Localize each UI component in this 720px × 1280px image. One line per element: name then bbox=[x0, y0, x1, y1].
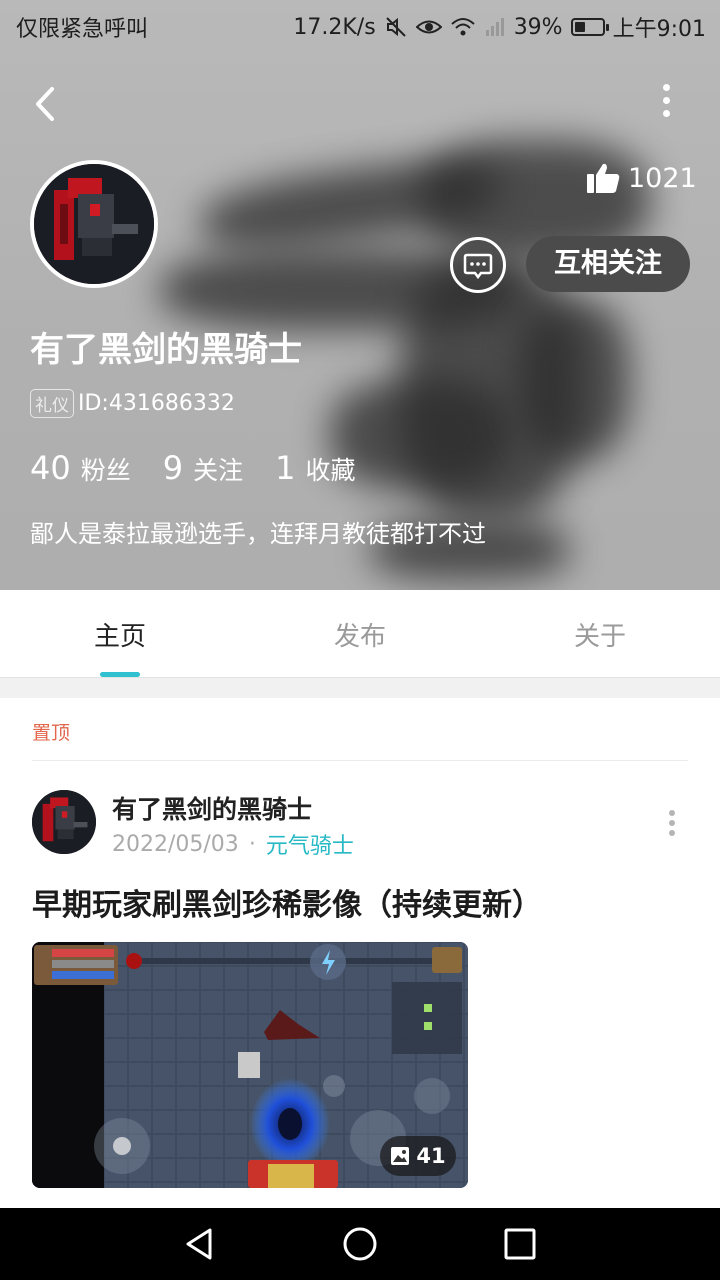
post-title[interactable]: 早期玩家刷黑剑珍稀影像（持续更新） bbox=[32, 880, 542, 924]
back-triangle-icon[interactable] bbox=[180, 1224, 220, 1264]
fans-label[interactable]: 粉丝 bbox=[81, 451, 131, 487]
likes-counter[interactable]: 1021 bbox=[586, 162, 697, 194]
profile-header bbox=[0, 0, 720, 590]
likes-count: 1021 bbox=[628, 162, 697, 194]
eye-icon bbox=[415, 20, 442, 34]
post-meta: 2022/05/03 · 元气骑士 bbox=[112, 828, 354, 860]
image-count: 41 bbox=[416, 1144, 446, 1168]
thumbs-up-icon bbox=[587, 163, 620, 193]
fans-count[interactable]: 40 bbox=[30, 449, 71, 487]
post-more-button[interactable] bbox=[664, 810, 680, 836]
user-id: ID:431686332 bbox=[78, 391, 235, 416]
section-separator bbox=[0, 677, 720, 698]
carrier-text: 仅限紧急呼叫 bbox=[16, 17, 149, 42]
chat-bubble-icon bbox=[463, 253, 493, 280]
profile-bio: 鄙人是泰拉最逊选手，连拜月教徒都打不过 bbox=[30, 520, 486, 548]
profile-avatar[interactable] bbox=[30, 160, 158, 288]
mute-icon bbox=[385, 17, 406, 37]
home-circle-icon[interactable] bbox=[340, 1224, 380, 1264]
dot-icon bbox=[669, 820, 675, 826]
signal-icon bbox=[485, 18, 504, 36]
dot-icon bbox=[662, 97, 670, 104]
post-author-avatar[interactable] bbox=[32, 790, 96, 854]
post-category[interactable]: 元气骑士 bbox=[266, 828, 354, 860]
tab-posts[interactable]: 发布 bbox=[240, 616, 480, 653]
tab-about[interactable]: 关于 bbox=[480, 616, 720, 653]
status-bar: 仅限紧急呼叫 17.2K/s 39% 上午9:01 bbox=[0, 0, 720, 50]
knight-avatar-image bbox=[32, 790, 96, 854]
network-speed: 17.2K/s bbox=[293, 14, 376, 40]
battery-icon bbox=[570, 18, 609, 36]
favorites-label[interactable]: 收藏 bbox=[305, 451, 355, 487]
message-button[interactable] bbox=[450, 237, 506, 293]
knight-avatar-image bbox=[34, 164, 154, 284]
mutual-follow-button[interactable]: 互相关注 bbox=[526, 236, 690, 292]
following-label[interactable]: 关注 bbox=[193, 451, 243, 487]
status-icons: 17.2K/s 39% 上午9:01 bbox=[293, 11, 706, 43]
battery-percent: 39% bbox=[513, 14, 563, 40]
following-count[interactable]: 9 bbox=[163, 449, 183, 487]
post-date: 2022/05/03 bbox=[112, 831, 239, 857]
user-id-row: 礼仪 ID:431686332 bbox=[30, 389, 235, 418]
system-nav-bar bbox=[0, 1208, 720, 1280]
dot-icon bbox=[669, 830, 675, 836]
post-author-name[interactable]: 有了黑剑的黑骑士 bbox=[112, 790, 312, 826]
dot-icon bbox=[662, 110, 670, 117]
dot-icon bbox=[669, 810, 675, 816]
image-icon bbox=[391, 1147, 410, 1165]
wifi-icon bbox=[451, 18, 475, 36]
more-options-button[interactable] bbox=[650, 84, 682, 124]
dot-icon bbox=[662, 84, 670, 91]
pinned-label: 置顶 bbox=[32, 722, 71, 744]
image-count-badge: 41 bbox=[380, 1136, 456, 1176]
tab-home[interactable]: 主页 bbox=[0, 616, 240, 653]
divider bbox=[32, 760, 688, 761]
clock: 上午9:01 bbox=[612, 17, 706, 42]
etiquette-badge[interactable]: 礼仪 bbox=[30, 389, 74, 418]
profile-stats: 40 粉丝 9 关注 1 收藏 bbox=[30, 449, 387, 487]
profile-tabs: 主页 发布 关于 bbox=[0, 590, 720, 676]
favorites-count[interactable]: 1 bbox=[275, 449, 295, 487]
profile-nickname: 有了黑剑的黑骑士 bbox=[30, 330, 302, 370]
recents-square-icon[interactable] bbox=[500, 1224, 540, 1264]
meta-separator: · bbox=[248, 831, 256, 857]
chevron-left-icon bbox=[36, 87, 54, 121]
background-blur-shape bbox=[520, 300, 630, 460]
back-button[interactable] bbox=[26, 82, 66, 126]
